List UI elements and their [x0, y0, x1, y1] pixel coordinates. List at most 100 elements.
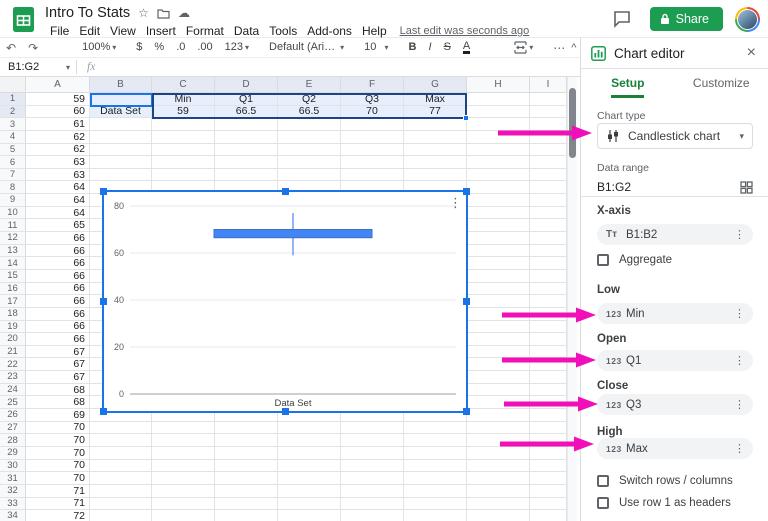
cell[interactable]	[530, 510, 567, 521]
cell[interactable]	[404, 484, 467, 498]
cell[interactable]	[530, 93, 567, 106]
x-axis-options-icon[interactable]: ⋮	[734, 228, 745, 241]
row-header-28[interactable]: 28	[0, 434, 26, 447]
cell[interactable]: Data Set	[90, 105, 152, 119]
cell[interactable]	[278, 156, 341, 169]
cell[interactable]	[467, 345, 530, 359]
print-icon[interactable]	[44, 42, 56, 54]
cell[interactable]	[530, 371, 567, 384]
cell[interactable]	[467, 219, 530, 233]
cell[interactable]: 62	[26, 143, 90, 157]
cell[interactable]	[90, 168, 152, 182]
cell[interactable]	[152, 421, 215, 435]
menu-format[interactable]: Format	[181, 24, 229, 38]
cell[interactable]	[215, 118, 278, 131]
menu-edit[interactable]: Edit	[74, 24, 105, 38]
cell[interactable]: 63	[26, 168, 90, 182]
move-folder-icon[interactable]	[157, 8, 170, 19]
sheets-logo-icon[interactable]	[10, 6, 37, 33]
row-header-11[interactable]: 11	[0, 219, 26, 233]
cell[interactable]	[152, 446, 215, 460]
hide-menus-button[interactable]: ^	[571, 42, 576, 54]
cell[interactable]	[90, 434, 152, 447]
cell[interactable]: 68	[26, 383, 90, 397]
cell[interactable]: 68	[26, 396, 90, 410]
row-header-23[interactable]: 23	[0, 371, 26, 384]
document-title[interactable]: Intro To Stats	[45, 5, 130, 21]
format-currency-button[interactable]: $	[130, 42, 148, 53]
borders-icon[interactable]	[496, 41, 508, 54]
cell[interactable]	[215, 446, 278, 460]
cell[interactable]	[530, 358, 567, 372]
cell[interactable]	[530, 472, 567, 485]
cell[interactable]	[530, 206, 567, 220]
cell[interactable]: 61	[26, 118, 90, 131]
cell[interactable]	[152, 434, 215, 447]
cell[interactable]	[467, 93, 530, 106]
cell[interactable]	[90, 472, 152, 485]
scrollbar-thumb[interactable]	[569, 88, 576, 158]
cell[interactable]	[341, 446, 404, 460]
cell[interactable]	[404, 446, 467, 460]
row-header-3[interactable]: 3	[0, 118, 26, 131]
cell[interactable]	[467, 130, 530, 144]
cell[interactable]	[404, 497, 467, 511]
cell[interactable]: 66	[26, 282, 90, 296]
cell[interactable]	[278, 484, 341, 498]
cell[interactable]	[467, 320, 530, 334]
cell[interactable]	[467, 358, 530, 372]
fill-handle[interactable]	[463, 115, 469, 121]
cell[interactable]	[341, 421, 404, 435]
cell[interactable]: 63	[26, 156, 90, 169]
row-header-8[interactable]: 8	[0, 181, 26, 195]
chart-resize-handle[interactable]	[100, 188, 107, 195]
cell[interactable]: 70	[26, 421, 90, 435]
cell[interactable]	[530, 396, 567, 410]
cell[interactable]	[467, 446, 530, 460]
row-header-21[interactable]: 21	[0, 345, 26, 359]
cell[interactable]	[152, 472, 215, 485]
cell[interactable]: 70	[26, 459, 90, 473]
font-size-select[interactable]: 10 ▾	[358, 42, 394, 53]
row-header-15[interactable]: 15	[0, 269, 26, 283]
cell[interactable]	[152, 168, 215, 182]
cell[interactable]	[530, 168, 567, 182]
cell[interactable]	[467, 282, 530, 296]
data-range-field[interactable]: B1:G2	[597, 178, 753, 196]
cell[interactable]	[530, 459, 567, 473]
cell[interactable]	[467, 371, 530, 384]
cell[interactable]	[530, 156, 567, 169]
row-header-4[interactable]: 4	[0, 130, 26, 144]
cell[interactable]	[467, 510, 530, 521]
cell[interactable]	[467, 421, 530, 435]
account-avatar[interactable]	[735, 6, 760, 32]
increase-decimal-button[interactable]: .00	[191, 42, 218, 53]
cell[interactable]	[278, 459, 341, 473]
cell[interactable]	[530, 143, 567, 157]
star-icon[interactable]: ☆	[138, 7, 149, 19]
italic-button[interactable]: I	[423, 42, 438, 53]
cell[interactable]	[341, 118, 404, 131]
row-header-31[interactable]: 31	[0, 472, 26, 485]
cell[interactable]	[341, 130, 404, 144]
cell[interactable]	[278, 143, 341, 157]
cell[interactable]	[404, 472, 467, 485]
cell[interactable]	[467, 257, 530, 270]
formula-input[interactable]	[105, 58, 580, 76]
cell[interactable]	[215, 168, 278, 182]
cell[interactable]: 70	[26, 472, 90, 485]
cell[interactable]	[278, 130, 341, 144]
cell[interactable]: 66	[26, 269, 90, 283]
cell[interactable]	[215, 497, 278, 511]
cell[interactable]	[90, 118, 152, 131]
cell[interactable]	[278, 497, 341, 511]
embedded-chart[interactable]: 0 20 40 60 80 Data Set ⋮	[100, 188, 470, 415]
cell[interactable]: 70	[26, 446, 90, 460]
cell[interactable]	[90, 421, 152, 435]
chart-resize-handle[interactable]	[282, 408, 289, 415]
cell[interactable]: 71	[26, 497, 90, 511]
cell[interactable]	[215, 510, 278, 521]
merge-cells-button[interactable]: ▾	[508, 41, 539, 54]
cell[interactable]	[404, 143, 467, 157]
cell[interactable]	[90, 93, 152, 106]
